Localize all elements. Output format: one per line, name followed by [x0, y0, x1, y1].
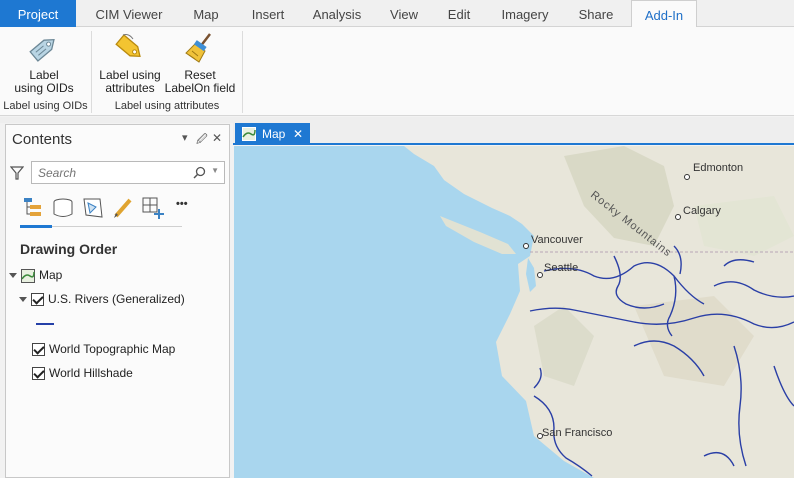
city-dot: [523, 243, 529, 249]
layer-visibility-checkbox[interactable]: [32, 343, 45, 357]
ribbon-tab-bar: Project CIM Viewer Map Insert Analysis V…: [0, 0, 794, 28]
group-label-oids: Label using OIDs: [3, 100, 88, 112]
selected-view-indicator: [20, 225, 52, 228]
contents-title: Contents: [12, 131, 73, 148]
close-pane-icon[interactable]: ✕: [212, 131, 222, 145]
pane-options-icon[interactable]: ▾: [182, 131, 188, 144]
layer-visibility-checkbox[interactable]: [32, 367, 45, 381]
contents-pane: Contents ▾ 🖉 ✕ ▼: [5, 124, 230, 478]
map-tab-strip: [233, 123, 794, 145]
tab-share[interactable]: Share: [568, 0, 624, 27]
label-using-oids-button[interactable]: Label using OIDs: [10, 31, 78, 95]
tree-label-topo: World Topographic Map: [49, 342, 176, 356]
list-by-editing-icon[interactable]: [110, 195, 136, 221]
search-icon[interactable]: [193, 166, 206, 179]
list-by-drawing-order-icon[interactable]: [20, 195, 46, 221]
tree-item-map[interactable]: Map: [9, 268, 62, 283]
city-dot: [684, 174, 690, 180]
broom-icon: [185, 33, 211, 63]
ribbon-panel: Label using OIDs Label using attributes …: [0, 27, 794, 116]
label-oids-line2: using OIDs: [14, 81, 74, 95]
tree-item-rivers-layer[interactable]: U.S. Rivers (Generalized): [19, 292, 185, 307]
map-icon: [21, 268, 35, 283]
city-calgary: Calgary: [683, 205, 721, 217]
drawing-order-heading: Drawing Order: [20, 241, 118, 257]
layer-visibility-checkbox[interactable]: [31, 293, 44, 307]
reset-labelon-line2: LabelOn field: [164, 81, 236, 95]
more-options-icon[interactable]: •••: [176, 198, 188, 210]
list-by-snapping-icon[interactable]: [140, 195, 166, 221]
tag-icon: [29, 38, 55, 62]
map-view[interactable]: Edmonton Calgary Vancouver Seattle San F…: [234, 146, 794, 478]
list-by-source-icon[interactable]: [50, 195, 76, 221]
tab-view[interactable]: View: [380, 0, 428, 27]
map-icon: [242, 127, 256, 141]
tab-insert[interactable]: Insert: [240, 0, 296, 27]
tab-imagery[interactable]: Imagery: [490, 0, 560, 27]
label-tag-icon: [115, 34, 141, 58]
city-dot: [537, 272, 543, 278]
tab-edit[interactable]: Edit: [436, 0, 482, 27]
group-label-attributes: Label using attributes: [114, 100, 220, 112]
city-dot: [675, 214, 681, 220]
contents-search-input[interactable]: [32, 162, 182, 183]
list-by-selection-icon[interactable]: [80, 195, 106, 221]
label-attributes-line2: attributes: [105, 81, 155, 95]
city-seattle: Seattle: [544, 262, 578, 274]
tab-project[interactable]: Project: [0, 0, 76, 27]
group-separator: [91, 31, 92, 113]
map-view-tab[interactable]: Map ✕: [235, 123, 310, 145]
group-separator: [242, 31, 243, 113]
search-options-icon[interactable]: ▼: [211, 166, 219, 175]
tree-label-map: Map: [39, 268, 63, 282]
map-tab-label: Map: [262, 127, 286, 141]
city-vancouver: Vancouver: [531, 234, 583, 246]
close-icon[interactable]: ✕: [293, 123, 303, 145]
filter-icon[interactable]: [10, 165, 24, 181]
tab-add-in[interactable]: Add-In: [631, 0, 697, 28]
contents-view-toolbar: •••: [20, 195, 190, 225]
contents-search: ▼: [31, 161, 225, 184]
expand-collapse-icon[interactable]: [19, 297, 27, 303]
label-using-attributes-button[interactable]: Label using attributes: [96, 31, 164, 95]
tab-analysis[interactable]: Analysis: [304, 0, 370, 27]
tree-label-rivers: U.S. Rivers (Generalized): [48, 292, 185, 306]
tree-label-hillshade: World Hillshade: [49, 366, 133, 380]
tree-item-topo-layer[interactable]: World Topographic Map: [32, 342, 176, 357]
expand-collapse-icon[interactable]: [9, 273, 17, 279]
tab-cim-viewer[interactable]: CIM Viewer: [84, 0, 174, 27]
pin-icon[interactable]: 🖉: [196, 131, 208, 150]
tab-map[interactable]: Map: [182, 0, 230, 27]
rivers-legend-symbol: [36, 323, 54, 325]
city-edmonton: Edmonton: [693, 162, 743, 174]
map-canvas[interactable]: Edmonton Calgary Vancouver Seattle San F…: [234, 146, 794, 478]
tree-item-hillshade-layer[interactable]: World Hillshade: [32, 366, 133, 381]
city-san-francisco: San Francisco: [542, 427, 612, 439]
reset-labelon-button[interactable]: Reset LabelOn field: [163, 31, 237, 95]
